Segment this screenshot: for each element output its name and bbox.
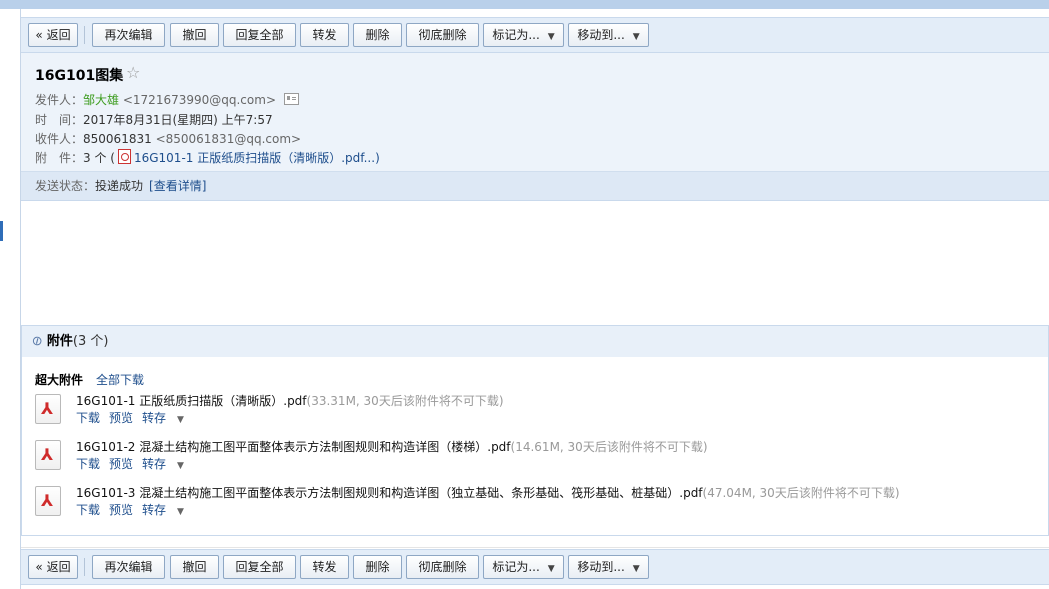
large-attachments-label: 超大附件 (35, 373, 84, 387)
time-row: 时 间：2017年8月31日(星期四) 上午7:57 (35, 111, 273, 128)
delete-button[interactable]: 删除 (353, 23, 402, 47)
status-value: 投递成功 (95, 179, 144, 193)
download-link[interactable]: 下载 (76, 411, 100, 425)
delete-button[interactable]: 删除 (353, 555, 402, 579)
reply-all-button[interactable]: 回复全部 (223, 555, 296, 579)
star-icon[interactable]: ☆ (126, 63, 140, 82)
move-to-dropdown[interactable]: 移动到... ▼ (568, 555, 649, 579)
mail-body (21, 201, 1049, 325)
download-all-link[interactable]: 全部下载 (96, 371, 144, 388)
back-button[interactable]: « 返回 (28, 555, 78, 579)
recall-button[interactable]: 撤回 (170, 23, 219, 47)
chevron-down-icon: ▼ (177, 507, 184, 517)
pdf-file-icon[interactable]: ⅄ (35, 394, 61, 424)
attachments-panel: ⊘附件(3 个) 超大附件 全部下载 ⅄ 16G101-1 正版纸质扫描版（清晰… (21, 325, 1049, 536)
mail-header: 16G101图集 ☆ 发件人：邹大雄 <1721673990@qq.com> 时… (21, 53, 1049, 200)
preview-link[interactable]: 预览 (109, 457, 133, 471)
mark-as-dropdown[interactable]: 标记为... ▼ (483, 555, 564, 579)
left-rail-accent (0, 221, 3, 241)
attachment-item: ⅄ 16G101-2 混凝土结构施工图平面整体表示方法制图规则和构造详图（楼梯）… (35, 438, 1035, 478)
pdf-file-icon[interactable]: ⅄ (35, 486, 61, 516)
attachment-actions: 下载 预览 转存 ▼ (76, 501, 202, 518)
recipient-name[interactable]: 850061831 (83, 132, 152, 146)
top-strip (0, 0, 1049, 9)
reedit-button[interactable]: 再次编辑 (92, 23, 165, 47)
move-to-label: 移动到... (577, 28, 625, 42)
save-to-dropdown[interactable]: 转存 ▼ (142, 503, 193, 517)
chevron-down-icon: ▼ (177, 415, 184, 425)
chevron-down-icon: ▼ (547, 32, 555, 42)
toolbar-separator (84, 26, 85, 44)
from-row: 发件人：邹大雄 <1721673990@qq.com> (35, 91, 299, 108)
mark-as-dropdown[interactable]: 标记为... ▼ (483, 23, 564, 47)
delete-permanent-button[interactable]: 彻底删除 (406, 23, 479, 47)
time-value: 2017年8月31日(星期四) 上午7:57 (83, 113, 273, 127)
back-button[interactable]: « 返回 (28, 23, 78, 47)
mark-as-label: 标记为... (492, 560, 540, 574)
mark-as-label: 标记为... (492, 28, 540, 42)
attachment-link[interactable]: 16G101-1 正版纸质扫描版（清晰版）.pdf...) (134, 151, 380, 165)
chevron-down-icon: ▼ (632, 564, 640, 574)
left-rail (0, 9, 14, 589)
from-label: 发件人： (35, 93, 84, 107)
to-label: 收件人： (35, 132, 84, 146)
to-row: 收件人：850061831 <850061831@qq.com> (35, 130, 301, 147)
status-details-link[interactable]: [查看详情] (149, 179, 206, 193)
download-link[interactable]: 下载 (76, 503, 100, 517)
chevron-down-icon: ▼ (547, 564, 555, 574)
attachment-label: 附 件： (35, 151, 84, 165)
attachment-meta: (47.04M, 30天后该附件将不可下载) (702, 486, 900, 500)
attachment-item: ⅄ 16G101-3 混凝土结构施工图平面整体表示方法制图规则和构造详图（独立基… (35, 484, 1035, 524)
attachment-row: 附 件：3 个 ( 16G101-1 正版纸质扫描版（清晰版）.pdf...) (35, 149, 380, 166)
attachment-actions: 下载 预览 转存 ▼ (76, 409, 202, 426)
move-to-dropdown[interactable]: 移动到... ▼ (568, 23, 649, 47)
attachment-name: 16G101-1 正版纸质扫描版（清晰版）.pdf(33.31M, 30天后该附… (76, 394, 504, 408)
delete-permanent-button[interactable]: 彻底删除 (406, 555, 479, 579)
recall-button[interactable]: 撤回 (170, 555, 219, 579)
attachment-actions: 下载 预览 转存 ▼ (76, 455, 202, 472)
reedit-button[interactable]: 再次编辑 (92, 555, 165, 579)
attachments-count: (3 个) (72, 334, 109, 349)
pdf-file-icon[interactable]: ⅄ (35, 440, 61, 470)
sender-name[interactable]: 邹大雄 (83, 93, 119, 107)
save-to-dropdown[interactable]: 转存 ▼ (142, 411, 193, 425)
status-label: 发送状态： (35, 179, 96, 193)
attachment-meta: (14.61M, 30天后该附件将不可下载) (510, 440, 708, 454)
forward-button[interactable]: 转发 (300, 555, 349, 579)
download-link[interactable]: 下载 (76, 457, 100, 471)
recipient-address: <850061831@qq.com> (155, 132, 302, 146)
mail-subject: 16G101图集 (35, 68, 124, 84)
toolbar-top: « 返回 再次编辑 撤回 回复全部 转发 删除 彻底删除 标记为... ▼ 移动到… (21, 17, 1049, 53)
attachments-title: 附件 (46, 334, 73, 349)
contact-card-icon[interactable] (284, 93, 299, 105)
pdf-icon (117, 149, 131, 164)
send-status-bar: 发送状态：投递成功 [查看详情] (21, 171, 1049, 200)
attachment-name: 16G101-3 混凝土结构施工图平面整体表示方法制图规则和构造详图（独立基础、… (76, 486, 900, 500)
save-to-dropdown[interactable]: 转存 ▼ (142, 457, 193, 471)
toolbar-bottom: « 返回 再次编辑 撤回 回复全部 转发 删除 彻底删除 标记为... ▼ 移动到… (21, 549, 1049, 585)
preview-link[interactable]: 预览 (109, 411, 133, 425)
sender-address: <1721673990@qq.com> (122, 93, 276, 107)
toolbar-separator (84, 558, 85, 576)
chevron-down-icon: ▼ (632, 32, 640, 42)
chevron-down-icon: ▼ (177, 461, 184, 471)
reply-all-button[interactable]: 回复全部 (223, 23, 296, 47)
attachment-meta: (33.31M, 30天后该附件将不可下载) (306, 394, 504, 408)
attachment-name: 16G101-2 混凝土结构施工图平面整体表示方法制图规则和构造详图（楼梯）.p… (76, 440, 708, 454)
move-to-label: 移动到... (577, 560, 625, 574)
forward-button[interactable]: 转发 (300, 23, 349, 47)
attachment-item: ⅄ 16G101-1 正版纸质扫描版（清晰版）.pdf(33.31M, 30天后… (35, 392, 1035, 432)
preview-link[interactable]: 预览 (109, 503, 133, 517)
footer-divider (21, 547, 1049, 548)
attachments-header: ⊘附件(3 个) (22, 326, 1048, 357)
attachment-count: 3 个 ( (83, 151, 115, 165)
time-label: 时 间： (35, 113, 84, 127)
